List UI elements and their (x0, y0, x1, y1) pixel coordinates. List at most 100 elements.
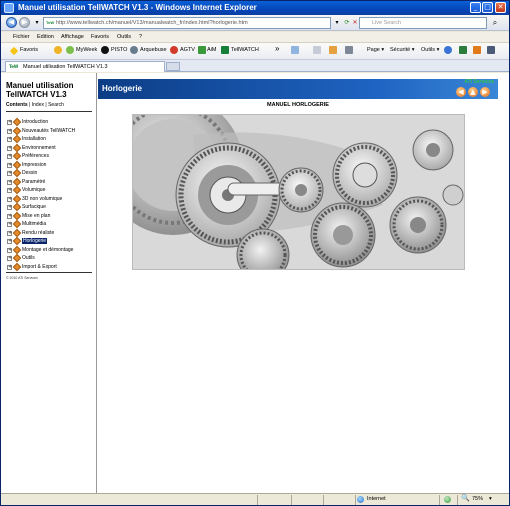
fav-link-arquebuse[interactable]: Arquebuse (140, 47, 167, 53)
arquebuse-icon (130, 46, 138, 54)
expand-icon[interactable]: + (7, 171, 12, 176)
menu-help[interactable]: ? (139, 34, 142, 40)
expand-icon[interactable]: + (7, 154, 12, 159)
toc-label[interactable]: Installation (22, 136, 46, 142)
forward-button[interactable]: ▶ (19, 17, 30, 28)
page-menu[interactable]: Page ▾ (367, 47, 384, 53)
expand-icon[interactable]: + (7, 256, 12, 261)
prev-topic-icon[interactable]: ◀ (456, 87, 466, 97)
menu-affichage[interactable]: Affichage (61, 34, 84, 40)
book-icon (12, 219, 22, 229)
back-button[interactable]: ◀ (6, 17, 17, 28)
feeds-icon[interactable] (313, 46, 321, 54)
fav-link-pisto[interactable]: PISTO (111, 47, 127, 53)
expand-icon[interactable]: + (7, 230, 12, 236)
outils-menu[interactable]: Outils ▾ (421, 47, 439, 53)
ie-app-icon (4, 3, 14, 13)
topic-nav: ◀ ▲ ▶ (456, 87, 492, 97)
toc-label[interactable]: Import & Export (22, 264, 57, 270)
tab-current[interactable]: TeW Manuel utilisation TellWATCH V1.3 (5, 61, 165, 72)
expand-icon[interactable]: + (7, 145, 12, 151)
expand-icon[interactable]: + (7, 213, 12, 219)
menu-outils[interactable]: Outils (117, 34, 131, 40)
toc-label[interactable]: Préférences (22, 153, 49, 159)
expand-icon[interactable]: + (7, 137, 12, 142)
research-icon[interactable] (459, 46, 467, 54)
expand-icon[interactable]: + (7, 247, 12, 253)
toc-label[interactable]: Nouveautés TellWATCH (22, 128, 75, 134)
tab-contents[interactable]: Contents (6, 102, 28, 108)
book-icon (12, 126, 22, 135)
print-icon[interactable] (345, 46, 353, 54)
toc-label[interactable]: Volumique (22, 187, 45, 193)
tab-title: Manuel utilisation TellWATCH V1.3 (23, 64, 108, 70)
tab-index[interactable]: Index (32, 102, 44, 108)
up-topic-icon[interactable]: ▲ (468, 87, 478, 97)
fav-link-aim[interactable]: AiM (207, 47, 216, 53)
home-icon[interactable] (291, 46, 299, 54)
toc-label[interactable]: Horlogerie (22, 238, 48, 244)
expand-icon[interactable]: + (7, 120, 12, 125)
zoom-dropdown-icon[interactable]: ▾ (489, 496, 492, 502)
toc-label[interactable]: Outils (22, 255, 35, 261)
next-topic-icon[interactable]: ▶ (480, 87, 490, 97)
securite-menu[interactable]: Sécurité ▾ (390, 47, 414, 53)
recent-pages-dropdown[interactable]: ▾ (32, 18, 42, 28)
fav-link-tellwatch[interactable]: TellWATCH (231, 47, 259, 53)
tab-favicon: TeW (9, 64, 19, 69)
messenger-icon[interactable] (487, 46, 495, 54)
title-bar[interactable]: Manuel utilisation TellWATCH V1.3 - Wind… (1, 1, 509, 15)
expand-icon[interactable]: + (7, 264, 12, 270)
agtv-icon (170, 46, 178, 54)
expand-icon[interactable]: + (7, 179, 12, 185)
url-text[interactable]: http://www.tellwatch.ch/manuel/V13/manua… (56, 20, 248, 26)
address-dropdown-icon[interactable]: ▾ (332, 18, 342, 28)
expand-icon[interactable]: + (7, 128, 12, 134)
topic-header: Horlogerie ATI Services ◀ ▲ ▶ (98, 79, 498, 99)
address-toolbar: ◀ ▶ ▾ TeW http://www.tellwatch.ch/manuel… (1, 15, 509, 31)
security-zone[interactable]: Internet (367, 496, 386, 502)
toc-label[interactable]: Multimédia (22, 221, 46, 227)
expand-icon[interactable]: + (7, 239, 12, 244)
address-field[interactable]: TeW http://www.tellwatch.ch/manuel/V13/m… (43, 17, 331, 29)
search-icon[interactable]: ⌕ (490, 18, 500, 28)
toc-separator: | (45, 102, 47, 108)
favbar-chevron[interactable]: » (275, 44, 279, 53)
new-tab-button[interactable] (166, 62, 180, 71)
menu-edition[interactable]: Edition (37, 34, 54, 40)
toc-label[interactable]: Introduction (22, 119, 48, 125)
help-icon[interactable] (444, 46, 452, 54)
tab-search[interactable]: Search (48, 102, 64, 108)
toc-label[interactable]: Mise en plan (22, 213, 50, 219)
book-icon (12, 185, 22, 195)
zoom-level[interactable]: 75% (472, 496, 483, 502)
fav-link-myweek[interactable]: MyWeek (76, 47, 97, 53)
toc-label[interactable]: Rendu réaliste (22, 230, 54, 236)
toc-label[interactable]: 3D non volumique (22, 196, 62, 202)
blog-icon[interactable] (473, 46, 481, 54)
expand-icon[interactable]: + (7, 205, 12, 210)
rss-icon[interactable] (329, 46, 337, 54)
add-favorite-icon[interactable] (54, 46, 62, 54)
expand-icon[interactable]: + (7, 222, 12, 227)
expand-icon[interactable]: + (7, 162, 12, 168)
minimize-button[interactable]: _ (470, 2, 481, 13)
toc-label[interactable]: Surfacique (22, 204, 46, 210)
toc-label[interactable]: Montage et démontage (22, 247, 73, 253)
toc-label[interactable]: Environnement (22, 145, 56, 151)
fav-link-agtv[interactable]: AGTV (180, 47, 195, 53)
toc-label[interactable]: Paramétré (22, 179, 45, 185)
copyright-text: © 2010 ATI Services (6, 276, 38, 280)
close-button[interactable]: ✕ (495, 2, 506, 13)
favorites-button[interactable]: Favoris (20, 47, 38, 53)
maximize-button[interactable]: □ (482, 2, 493, 13)
toc-separator: | (29, 102, 31, 108)
expand-icon[interactable]: + (7, 188, 12, 193)
menu-fichier[interactable]: Fichier (13, 34, 30, 40)
toc-label[interactable]: Dessin (22, 170, 37, 176)
expand-icon[interactable]: + (7, 196, 12, 202)
search-input[interactable]: Live Search (359, 17, 487, 29)
zoom-icon[interactable]: 🔍 (461, 494, 470, 502)
menu-favoris[interactable]: Favoris (91, 34, 109, 40)
toc-label[interactable]: Impression (22, 162, 46, 168)
